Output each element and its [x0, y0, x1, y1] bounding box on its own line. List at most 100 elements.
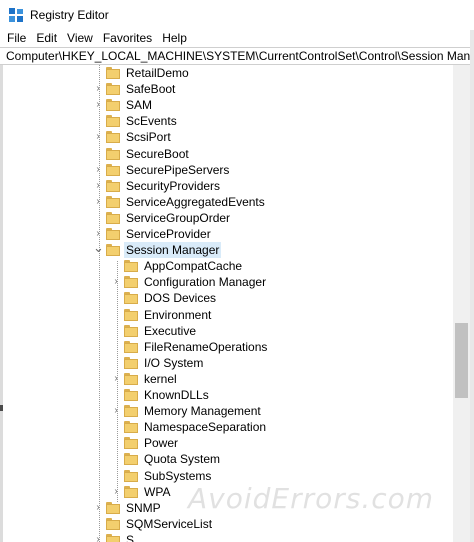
tree-item-label[interactable]: SNMP	[124, 500, 163, 516]
tree-item[interactable]: ScEvents	[3, 113, 453, 129]
expand-chevron-icon[interactable]: ›	[93, 129, 103, 145]
tree-item[interactable]: ⌄ Session Manager	[3, 241, 453, 259]
tree-item-label[interactable]: SAM	[124, 97, 154, 113]
folder-icon	[106, 179, 120, 192]
tree-item-label[interactable]: Quota System	[142, 451, 222, 467]
window-title: Registry Editor	[30, 8, 109, 22]
tree-item[interactable]: I/O System	[3, 355, 453, 371]
folder-icon	[124, 324, 138, 337]
expand-chevron-icon[interactable]: ›	[93, 97, 103, 113]
watermark-text: AvoidErrors.com	[188, 482, 435, 515]
tree-item[interactable]: › Configuration Manager	[3, 274, 453, 290]
tree-item-label[interactable]: ServiceGroupOrder	[124, 210, 232, 226]
tree-item-label[interactable]: SecureBoot	[124, 146, 191, 162]
tree-item[interactable]: Quota System	[3, 451, 453, 467]
tree-item[interactable]: SecureBoot	[3, 146, 453, 162]
tree-item-label[interactable]: kernel	[142, 371, 179, 387]
folder-icon	[106, 163, 120, 176]
folder-icon	[124, 389, 138, 401]
registry-tree[interactable]: RetailDemo › SafeBoot › SAM ScEvents › ScsiPort…	[3, 65, 453, 542]
folder-icon	[124, 292, 138, 305]
tree-item-label[interactable]: Configuration Manager	[142, 274, 268, 290]
tree-item[interactable]: › SAM	[3, 97, 453, 113]
tree-item[interactable]: › SecurityProviders	[3, 178, 453, 194]
collapse-chevron-icon[interactable]: ⌄	[93, 241, 104, 258]
tree-item-label[interactable]: SecurePipeServers	[124, 162, 231, 178]
tree-item-label[interactable]: SafeBoot	[124, 81, 177, 97]
address-path[interactable]: Computer\HKEY_LOCAL_MACHINE\SYSTEM\Curre…	[6, 49, 474, 63]
expand-chevron-icon[interactable]: ›	[111, 403, 121, 419]
expand-chevron-icon[interactable]: ›	[93, 532, 103, 542]
folder-icon	[124, 469, 138, 482]
scrollbar-thumb[interactable]	[455, 323, 468, 398]
tree-item[interactable]: › SecurePipeServers	[3, 162, 453, 178]
expand-chevron-icon[interactable]: ›	[93, 178, 103, 194]
tree-item[interactable]: SQMServiceList	[3, 516, 453, 532]
tree-scrollbar[interactable]	[453, 65, 470, 542]
tree-item-label[interactable]: KnownDLLs	[142, 387, 211, 403]
tree-item[interactable]: › ServiceAggregatedEvents	[3, 194, 453, 210]
folder-icon	[106, 517, 120, 530]
tree-item-label[interactable]: ScsiPort	[124, 129, 173, 145]
tree-item[interactable]: › SafeBoot	[3, 81, 453, 97]
tree-item[interactable]: › ScsiPort	[3, 129, 453, 145]
expand-chevron-icon[interactable]: ›	[93, 162, 103, 178]
tree-item-label[interactable]: FileRenameOperations	[142, 339, 269, 355]
folder-icon	[106, 99, 120, 112]
expand-chevron-icon[interactable]: ›	[111, 274, 121, 290]
tree-item-label[interactable]: RetailDemo	[124, 65, 191, 81]
tree-item[interactable]: › S...	[3, 532, 453, 542]
expand-chevron-icon[interactable]: ›	[111, 484, 121, 500]
tree-item[interactable]: ServiceGroupOrder	[3, 210, 453, 226]
tree-item[interactable]: › kernel	[3, 371, 453, 387]
tree-item[interactable]: Executive	[3, 323, 453, 339]
tree-item-label[interactable]: Environment	[142, 307, 213, 323]
expand-chevron-icon[interactable]: ›	[93, 500, 103, 516]
address-bar[interactable]: Computer\HKEY_LOCAL_MACHINE\SYSTEM\Curre…	[0, 47, 474, 65]
tree-item[interactable]: AppCompatCache	[3, 258, 453, 274]
folder-icon	[124, 356, 138, 369]
tree-item[interactable]: › Memory Management	[3, 403, 453, 419]
tree-item-label[interactable]: NamespaceSeparation	[142, 419, 268, 435]
tree-item[interactable]: › ServiceProvider	[3, 226, 453, 242]
folder-icon	[106, 195, 120, 208]
tree-item-label[interactable]: Executive	[142, 323, 198, 339]
tree-item-label[interactable]: SecurityProviders	[124, 178, 222, 194]
tree-item-label[interactable]: S...	[124, 532, 146, 542]
tree-item[interactable]: KnownDLLs	[3, 387, 453, 403]
tree-item[interactable]: Power	[3, 435, 453, 451]
expand-chevron-icon[interactable]: ›	[93, 194, 103, 210]
menu-bar: File Edit View Favorites Help	[0, 30, 474, 47]
tree-item[interactable]: RetailDemo	[3, 65, 453, 81]
folder-icon	[124, 340, 138, 353]
menu-favorites[interactable]: Favorites	[98, 30, 157, 47]
tree-item-label[interactable]: Memory Management	[142, 403, 263, 419]
folder-icon	[106, 83, 120, 96]
menu-edit[interactable]: Edit	[31, 30, 62, 47]
tree-item-label[interactable]: Session Manager	[124, 242, 222, 259]
menu-file[interactable]: File	[0, 30, 31, 47]
tree-item[interactable]: Environment	[3, 307, 453, 323]
folder-icon	[124, 453, 138, 466]
expand-chevron-icon[interactable]: ›	[111, 371, 121, 387]
tree-item-label[interactable]: Power	[142, 435, 180, 451]
folder-icon	[124, 421, 138, 434]
expand-chevron-icon[interactable]: ›	[93, 81, 103, 97]
tree-item-label[interactable]: ServiceAggregatedEvents	[124, 194, 267, 210]
tree-item-label[interactable]: SQMServiceList	[124, 516, 214, 532]
tree-item[interactable]: DOS Devices	[3, 290, 453, 306]
menu-view[interactable]: View	[62, 30, 98, 47]
tree-item-label[interactable]: AppCompatCache	[142, 258, 244, 274]
title-bar: Registry Editor	[0, 0, 474, 30]
tree-item-label[interactable]: ServiceProvider	[124, 226, 213, 242]
registry-editor-icon	[9, 8, 23, 22]
menu-help[interactable]: Help	[157, 30, 192, 47]
tree-item-label[interactable]: I/O System	[142, 355, 205, 371]
tree-item-label[interactable]: WPA	[142, 484, 172, 500]
folder-icon	[124, 485, 138, 498]
tree-item[interactable]: FileRenameOperations	[3, 339, 453, 355]
window-right-edge	[470, 30, 474, 542]
tree-item[interactable]: NamespaceSeparation	[3, 419, 453, 435]
tree-item-label[interactable]: ScEvents	[124, 113, 179, 129]
tree-item-label[interactable]: DOS Devices	[142, 290, 218, 306]
